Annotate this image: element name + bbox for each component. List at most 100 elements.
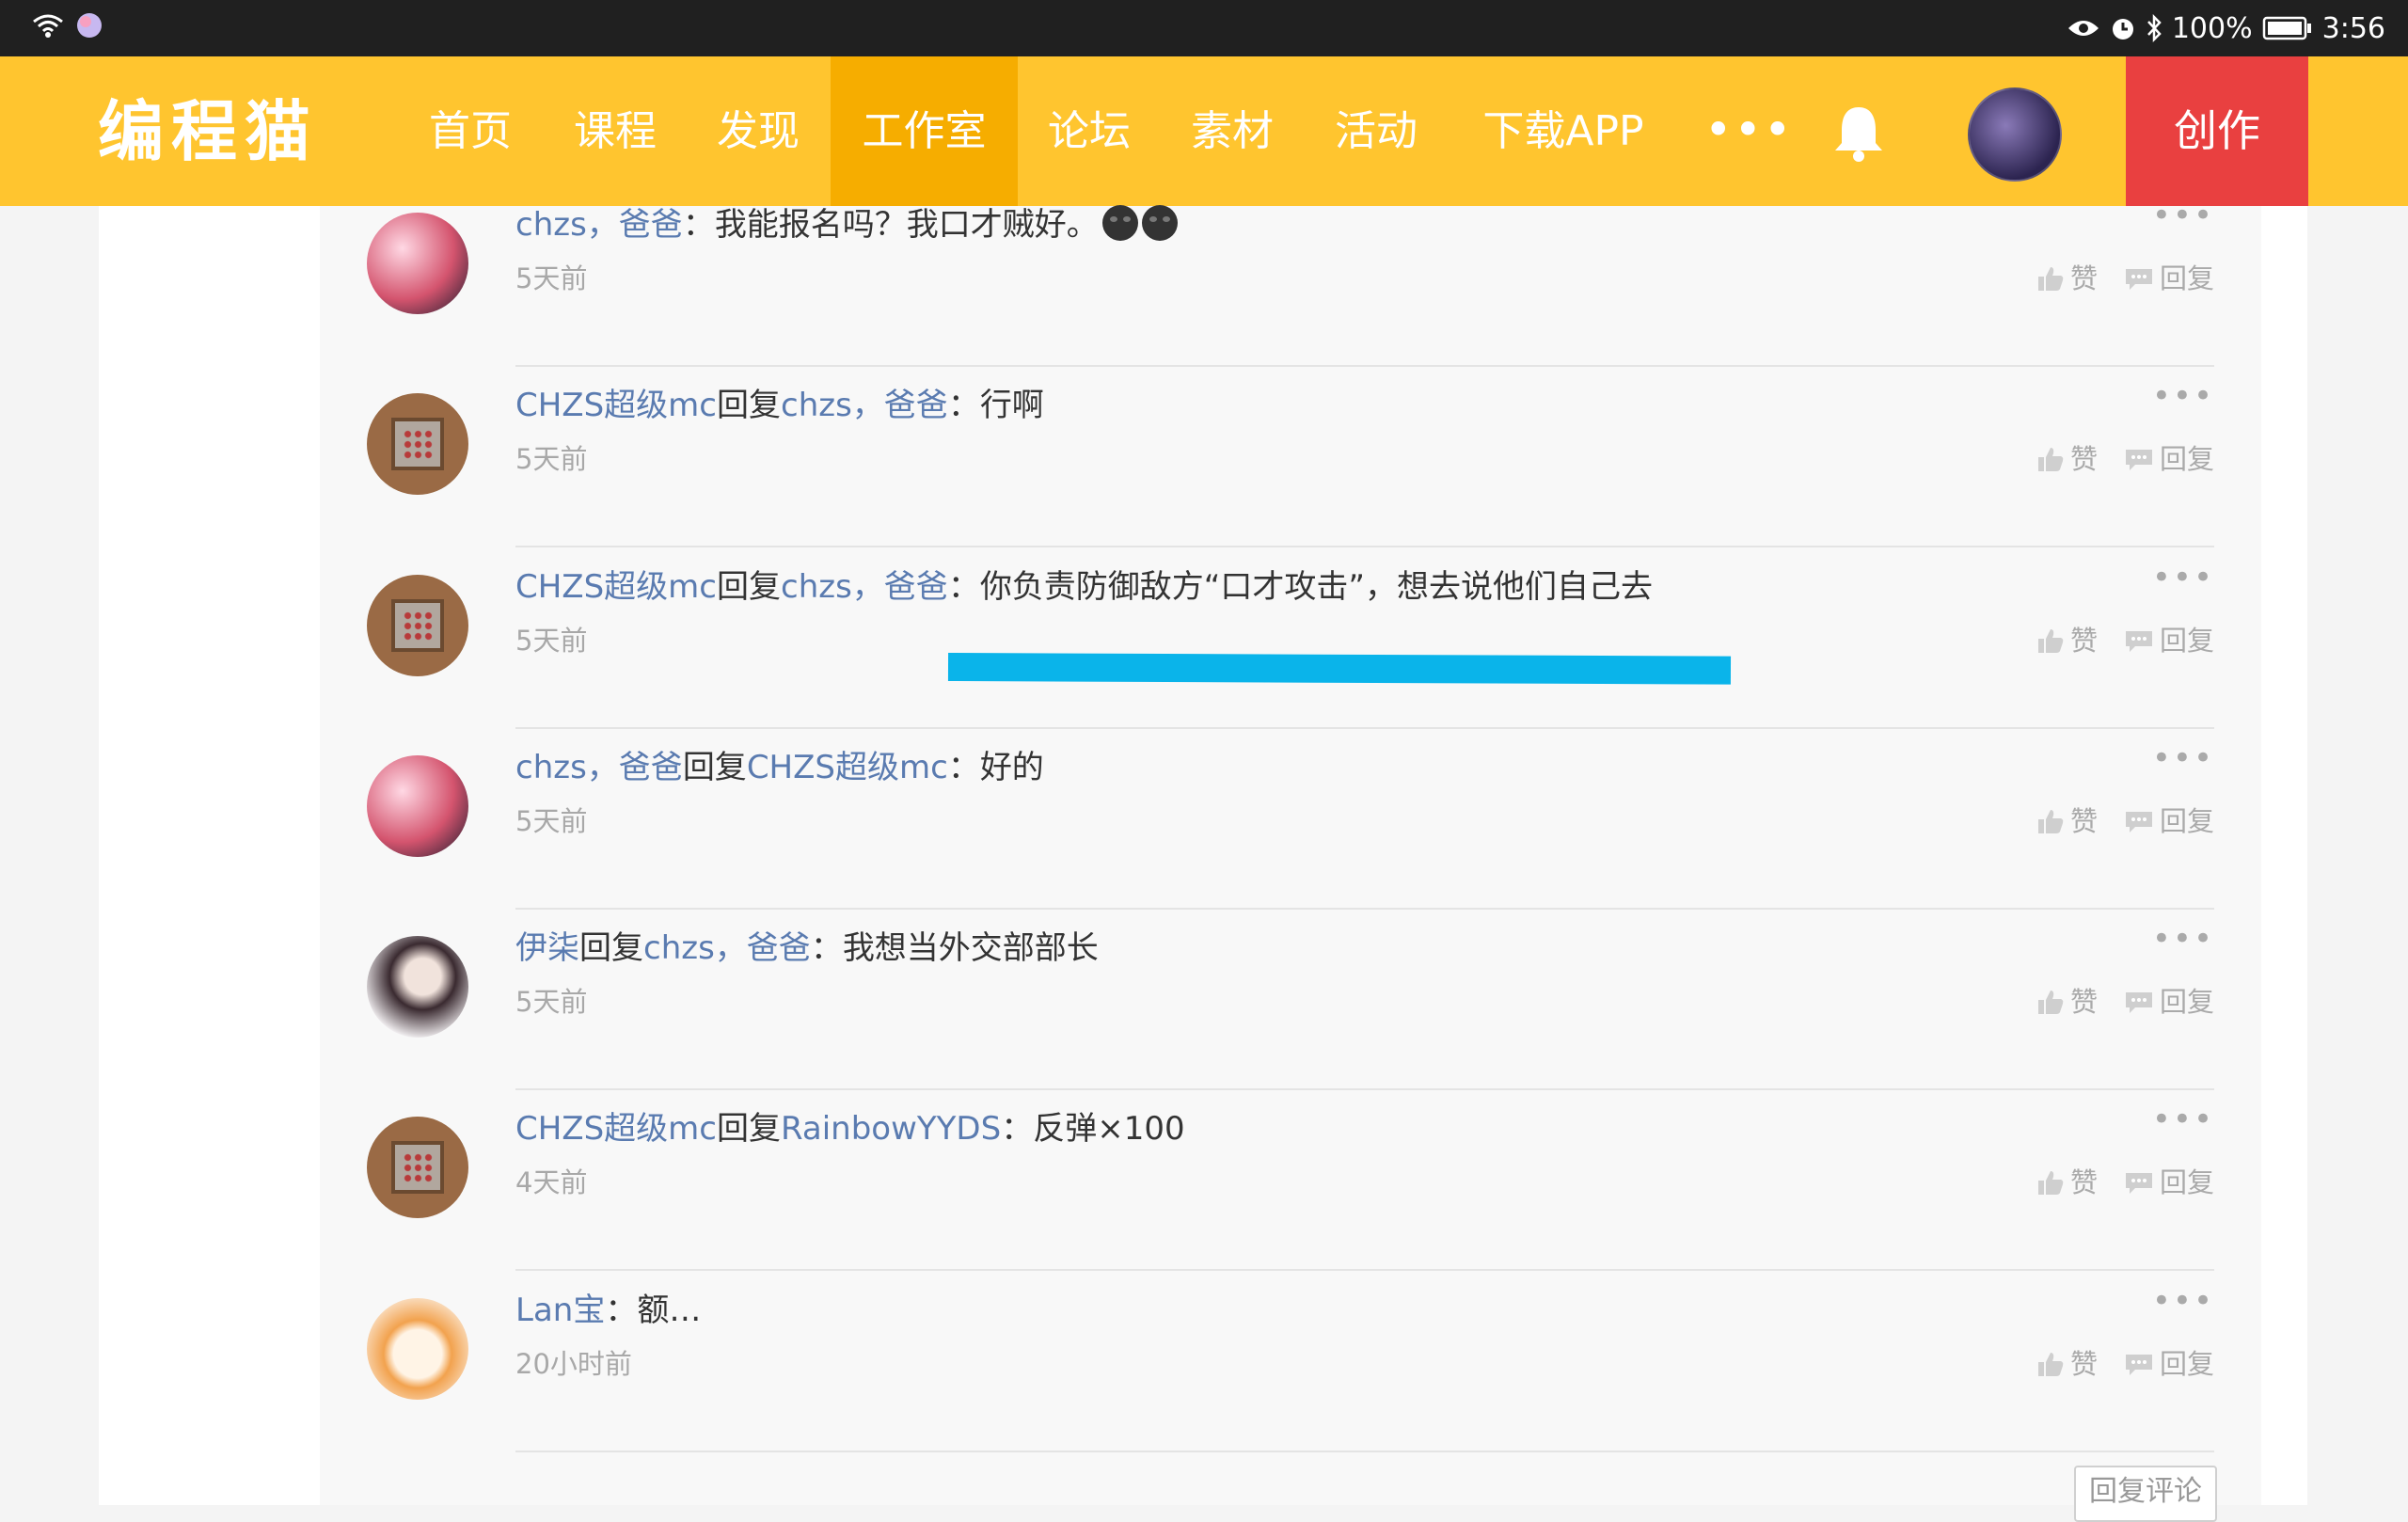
- comment-body: 反弹×100: [1033, 1110, 1185, 1148]
- comment-time: 4天前: [515, 1166, 588, 1198]
- reply-target[interactable]: chzs，爸爸: [643, 929, 811, 967]
- like-button[interactable]: 赞: [2036, 260, 2098, 297]
- nav-courses[interactable]: 课程: [555, 56, 675, 206]
- like-button[interactable]: 赞: [2036, 802, 2098, 840]
- comment-body: 你负责防御敌方“口才攻击”，想去说他们自己去: [979, 568, 1654, 606]
- comment-more-button[interactable]: •••: [2152, 199, 2214, 231]
- divider: [515, 1451, 2214, 1452]
- comment-body: 我能报名吗？我口才贼好。: [714, 206, 1099, 244]
- reply-button[interactable]: 回复: [2124, 260, 2214, 297]
- comment-author[interactable]: Lan宝: [515, 1292, 605, 1329]
- eye-icon: [2067, 17, 2100, 40]
- nav-more-button[interactable]: •••: [1704, 106, 1793, 153]
- bluetooth-icon: [2146, 14, 2162, 42]
- like-button[interactable]: 赞: [2036, 983, 2098, 1021]
- nav-activities[interactable]: 活动: [1316, 56, 1436, 206]
- comment-more-button[interactable]: •••: [2152, 562, 2214, 594]
- thumbs-up-icon: [2037, 448, 2064, 471]
- divider: [515, 1088, 2214, 1090]
- comment-body: 我想当外交部部长: [842, 929, 1099, 967]
- reply-target[interactable]: chzs，爸爸: [781, 387, 948, 424]
- divider: [515, 1269, 2214, 1271]
- comment-author[interactable]: CHZS超级mc: [515, 1110, 717, 1148]
- reply-button[interactable]: 回复: [2124, 440, 2214, 478]
- chat-bubble-icon: [2125, 631, 2152, 652]
- nav-discover[interactable]: 发现: [698, 56, 818, 206]
- create-button[interactable]: 创作: [2126, 56, 2308, 206]
- reply-comment-button[interactable]: 回复评论: [2074, 1466, 2217, 1522]
- like-button[interactable]: 赞: [2036, 1164, 2098, 1201]
- reply-button[interactable]: 回复: [2124, 802, 2214, 840]
- thumbs-up-icon: [2037, 629, 2064, 653]
- comment-time: 5天前: [515, 986, 588, 1018]
- comment-time: 5天前: [515, 805, 588, 837]
- user-avatar[interactable]: [1968, 87, 2062, 182]
- reply-button[interactable]: 回复: [2124, 1345, 2214, 1383]
- comment-more-button[interactable]: •••: [2152, 923, 2214, 955]
- thumbs-up-icon: [2037, 1353, 2064, 1376]
- chat-bubble-icon: [2125, 269, 2152, 290]
- comment-more-button[interactable]: •••: [2152, 380, 2214, 412]
- reply-button[interactable]: 回复: [2124, 983, 2214, 1021]
- comment-text: chzs，爸爸回复CHZS超级mc：好的: [515, 749, 1044, 786]
- status-bar: 100% 3:56: [0, 0, 2408, 56]
- comment-text: CHZS超级mc回复RainbowYYDS：反弹×100: [515, 1110, 1185, 1148]
- nav-studio[interactable]: 工作室: [831, 56, 1018, 206]
- like-button[interactable]: 赞: [2036, 622, 2098, 659]
- comment-author[interactable]: chzs，爸爸: [515, 206, 683, 244]
- reply-target[interactable]: chzs，爸爸: [781, 568, 948, 606]
- nav-download-app[interactable]: 下载APP: [1469, 56, 1657, 206]
- comment-item: chzs，爸爸回复CHZS超级mc：好的 5天前 ••• 赞 回复: [320, 742, 2261, 928]
- avatar[interactable]: [367, 755, 468, 857]
- comment-text: Lan宝：额…: [515, 1292, 702, 1329]
- wifi-icon: [32, 12, 64, 39]
- comment-author[interactable]: CHZS超级mc: [515, 568, 717, 606]
- comment-author[interactable]: chzs，爸爸: [515, 749, 683, 786]
- battery-percent: 100%: [2171, 11, 2253, 45]
- notification-bell-icon[interactable]: [1830, 103, 1887, 167]
- chat-bubble-icon: [2125, 450, 2152, 470]
- top-navbar: 编程猫 首页 课程 发现 工作室 论坛 素材 活动 下载APP ••• 创作: [0, 56, 2408, 206]
- chat-bubble-icon: [2125, 1173, 2152, 1194]
- thumbs-up-icon: [2037, 267, 2064, 291]
- divider: [515, 727, 2214, 729]
- comment-item: CHZS超级mc回复chzs，爸爸：行啊 5天前 ••• 赞 回复: [320, 380, 2261, 566]
- comment-more-button[interactable]: •••: [2152, 1285, 2214, 1317]
- avatar[interactable]: [367, 213, 468, 314]
- nav-materials[interactable]: 素材: [1172, 56, 1292, 206]
- alarm-icon: [2110, 15, 2136, 41]
- comment-item: chzs，爸爸：我能报名吗？我口才贼好。 5天前 ••• 赞 回复: [320, 199, 2261, 386]
- comment-text: 伊柒回复chzs，爸爸：我想当外交部部长: [515, 929, 1099, 967]
- reply-target[interactable]: CHZS超级mc: [747, 749, 948, 786]
- comment-time: 5天前: [515, 625, 588, 657]
- divider: [515, 365, 2214, 367]
- avatar[interactable]: [367, 1117, 468, 1218]
- like-button[interactable]: 赞: [2036, 1345, 2098, 1383]
- like-button[interactable]: 赞: [2036, 440, 2098, 478]
- reply-button[interactable]: 回复: [2124, 1164, 2214, 1201]
- reply-button[interactable]: 回复: [2124, 622, 2214, 659]
- comment-item: Lan宝：额… 20小时前 ••• 赞 回复: [320, 1285, 2261, 1471]
- divider: [515, 546, 2214, 547]
- emoji-icon: [1141, 205, 1178, 241]
- chat-bubble-icon: [2125, 992, 2152, 1013]
- comment-body: 额…: [637, 1292, 702, 1329]
- logo[interactable]: 编程猫: [98, 94, 318, 169]
- comment-text: CHZS超级mc回复chzs，爸爸：行啊: [515, 387, 1044, 424]
- comment-more-button[interactable]: •••: [2152, 1103, 2214, 1135]
- app-notification-icon: [75, 11, 103, 40]
- comment-time: 20小时前: [515, 1348, 632, 1380]
- chat-bubble-icon: [2125, 812, 2152, 832]
- avatar[interactable]: [367, 393, 468, 495]
- avatar[interactable]: [367, 936, 468, 1038]
- comment-item: 伊柒回复chzs，爸爸：我想当外交部部长 5天前 ••• 赞 回复: [320, 923, 2261, 1109]
- nav-home[interactable]: 首页: [410, 56, 531, 206]
- avatar[interactable]: [367, 575, 468, 676]
- highlight-underline: [947, 653, 1732, 685]
- comment-more-button[interactable]: •••: [2152, 742, 2214, 774]
- reply-target[interactable]: RainbowYYDS: [781, 1110, 1001, 1148]
- comment-author[interactable]: CHZS超级mc: [515, 387, 717, 424]
- nav-forum[interactable]: 论坛: [1029, 56, 1149, 206]
- avatar[interactable]: [367, 1298, 468, 1400]
- comment-author[interactable]: 伊柒: [515, 929, 579, 967]
